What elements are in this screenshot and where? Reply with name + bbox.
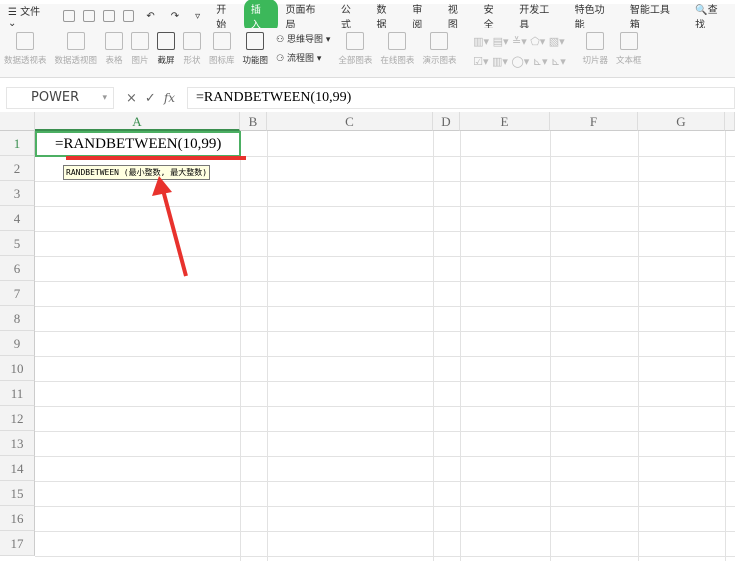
annotation-overlay	[66, 156, 246, 277]
red-arrow	[152, 176, 188, 277]
red-underline	[66, 156, 246, 160]
